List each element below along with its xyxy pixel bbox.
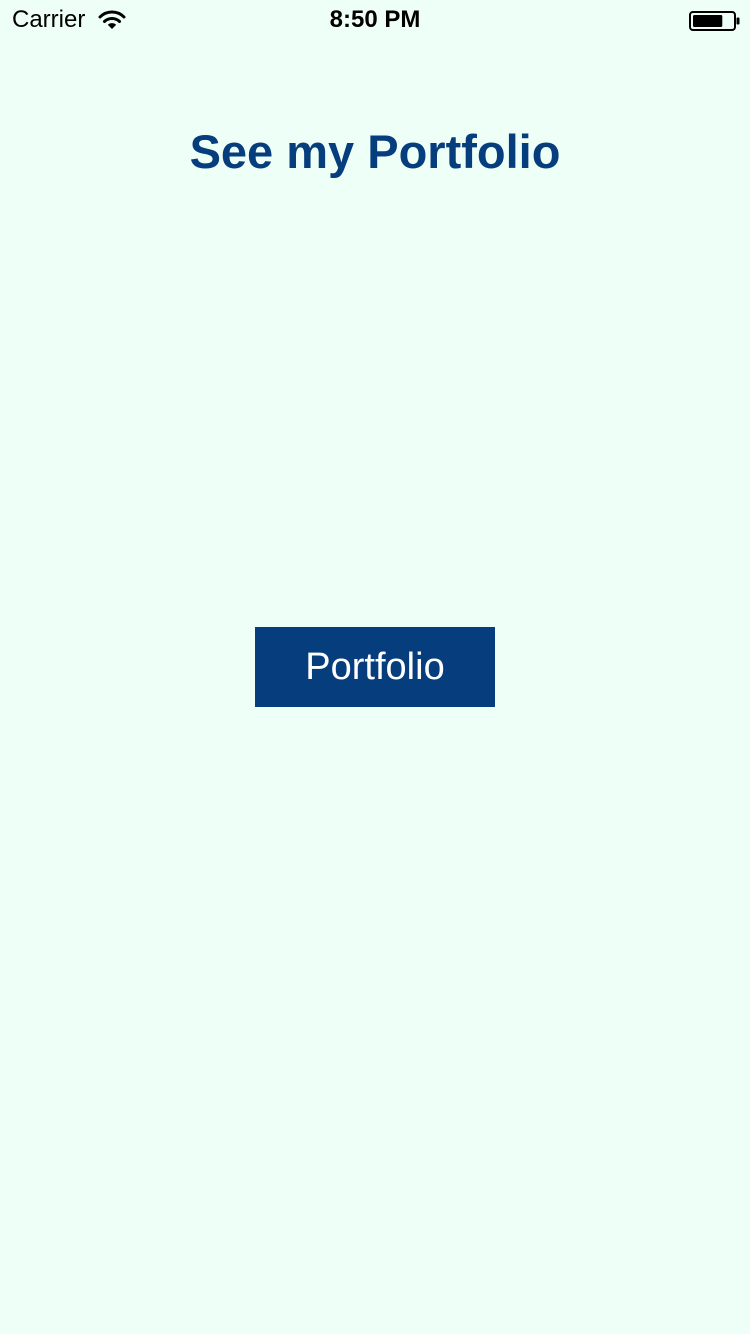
- page-title: See my Portfolio: [189, 125, 561, 178]
- portfolio-button[interactable]: Portfolio: [255, 627, 495, 707]
- app-screen: Carrier 8:50 PM See my Portfolio Portfol…: [0, 0, 750, 1334]
- status-time: 8:50 PM: [329, 6, 421, 33]
- status-bar: Carrier 8:50 PM: [0, 0, 750, 40]
- battery-icon: [689, 11, 740, 31]
